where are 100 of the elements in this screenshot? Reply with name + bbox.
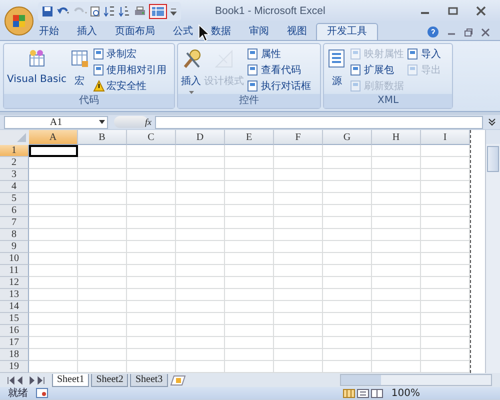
table-cell[interactable] (274, 349, 323, 361)
ribbon-button[interactable]: 宏安全性 (92, 79, 167, 93)
table-cell[interactable] (29, 301, 78, 313)
row-header[interactable]: 14 (0, 301, 29, 313)
table-cell[interactable] (274, 157, 323, 169)
table-cell[interactable] (372, 241, 421, 253)
table-cell[interactable] (176, 301, 225, 313)
table-cell[interactable] (372, 169, 421, 181)
table-cell[interactable] (323, 325, 372, 337)
table-cell[interactable] (225, 301, 274, 313)
table-cell[interactable] (78, 301, 127, 313)
undo-icon[interactable] (56, 6, 70, 16)
table-cell[interactable] (372, 181, 421, 193)
table-cell[interactable] (274, 289, 323, 301)
row-header[interactable]: 4 (0, 181, 29, 193)
table-cell[interactable] (176, 181, 225, 193)
zoom-level[interactable]: 100% (391, 388, 500, 398)
table-cell[interactable] (127, 157, 176, 169)
table-cell[interactable] (127, 145, 176, 157)
table-cell[interactable] (127, 325, 176, 337)
ribbon-button[interactable]: 录制宏 (92, 47, 167, 61)
row-header[interactable]: 1 (0, 145, 29, 157)
table-cell[interactable] (274, 265, 323, 277)
table-cell[interactable] (323, 241, 372, 253)
table-cell[interactable] (372, 205, 421, 217)
table-cell[interactable] (127, 277, 176, 289)
expand-icon[interactable] (488, 118, 496, 126)
table-cell[interactable] (127, 217, 176, 229)
table-cell[interactable] (372, 253, 421, 265)
table-cell[interactable] (421, 217, 470, 229)
table-cell[interactable] (127, 229, 176, 241)
table-cell[interactable] (78, 313, 127, 325)
table-cell[interactable] (127, 253, 176, 265)
sheet-tab[interactable]: Sheet3 (130, 374, 168, 386)
printer-icon[interactable] (134, 6, 146, 16)
table-cell[interactable] (29, 337, 78, 349)
table-cell[interactable] (274, 241, 323, 253)
row-header[interactable]: 18 (0, 349, 29, 361)
table-cell[interactable] (225, 325, 274, 337)
page-layout-icon[interactable] (357, 388, 370, 398)
formula-input[interactable] (154, 116, 483, 128)
table-cell[interactable] (421, 313, 470, 325)
table-cell[interactable] (421, 205, 470, 217)
ribbon-tab[interactable]: 审阅 (240, 24, 278, 40)
table-cell[interactable] (274, 277, 323, 289)
ribbon-tab[interactable]: 视图 (278, 24, 316, 40)
table-cell[interactable] (176, 217, 225, 229)
close-icon[interactable] (481, 28, 490, 36)
table-cell[interactable] (274, 253, 323, 265)
table-cell[interactable] (78, 277, 127, 289)
sheet-tab[interactable]: Sheet1 (52, 374, 90, 386)
table-cell[interactable] (372, 157, 421, 169)
table-cell[interactable] (176, 253, 225, 265)
save-icon[interactable] (42, 6, 53, 16)
ribbon-tab[interactable]: 插入 (68, 24, 106, 40)
column-header[interactable]: I (421, 130, 470, 145)
table-cell[interactable] (274, 229, 323, 241)
sort-descending-icon[interactable] (119, 6, 131, 16)
help-icon[interactable] (427, 26, 439, 38)
table-cell[interactable] (29, 325, 78, 337)
row-header[interactable]: 8 (0, 229, 29, 241)
table-cell[interactable] (225, 265, 274, 277)
table-cell[interactable] (421, 229, 470, 241)
row-header[interactable]: 15 (0, 313, 29, 325)
table-cell[interactable] (323, 277, 372, 289)
row-header[interactable]: 19 (0, 361, 29, 373)
table-cell[interactable] (421, 349, 470, 361)
table-cell[interactable] (127, 349, 176, 361)
table-cell[interactable] (176, 325, 225, 337)
table-cell[interactable] (225, 181, 274, 193)
table-cell[interactable] (225, 349, 274, 361)
table-cell[interactable] (372, 145, 421, 157)
table-cell[interactable] (127, 193, 176, 205)
table-cell[interactable] (78, 253, 127, 265)
table-cell[interactable] (78, 169, 127, 181)
table-cell[interactable] (176, 229, 225, 241)
table-cell[interactable] (274, 169, 323, 181)
table-cell[interactable] (274, 145, 323, 157)
row-header[interactable]: 13 (0, 289, 29, 301)
table-cell[interactable] (274, 325, 323, 337)
restore-icon[interactable] (464, 28, 473, 36)
table-cell[interactable] (29, 193, 78, 205)
ribbon-button[interactable]: 使用相对引用 (92, 63, 167, 77)
table-cell[interactable] (421, 265, 470, 277)
table-cell[interactable] (323, 229, 372, 241)
table-cell[interactable] (421, 325, 470, 337)
table-cell[interactable] (176, 205, 225, 217)
table-cell[interactable] (323, 205, 372, 217)
ribbon-button[interactable]: 插入 (181, 47, 201, 94)
horizontal-scrollbar[interactable] (340, 374, 492, 386)
table-cell[interactable] (29, 217, 78, 229)
ribbon-button[interactable]: 宏 (70, 47, 90, 94)
form-icon[interactable] (149, 4, 167, 18)
ribbon-button[interactable]: 扩展包 (350, 63, 404, 77)
table-cell[interactable] (274, 181, 323, 193)
table-cell[interactable] (176, 241, 225, 253)
table-cell[interactable] (421, 145, 470, 157)
table-cell[interactable] (225, 157, 274, 169)
page-break-preview-icon[interactable] (371, 388, 384, 398)
table-cell[interactable] (78, 145, 127, 157)
